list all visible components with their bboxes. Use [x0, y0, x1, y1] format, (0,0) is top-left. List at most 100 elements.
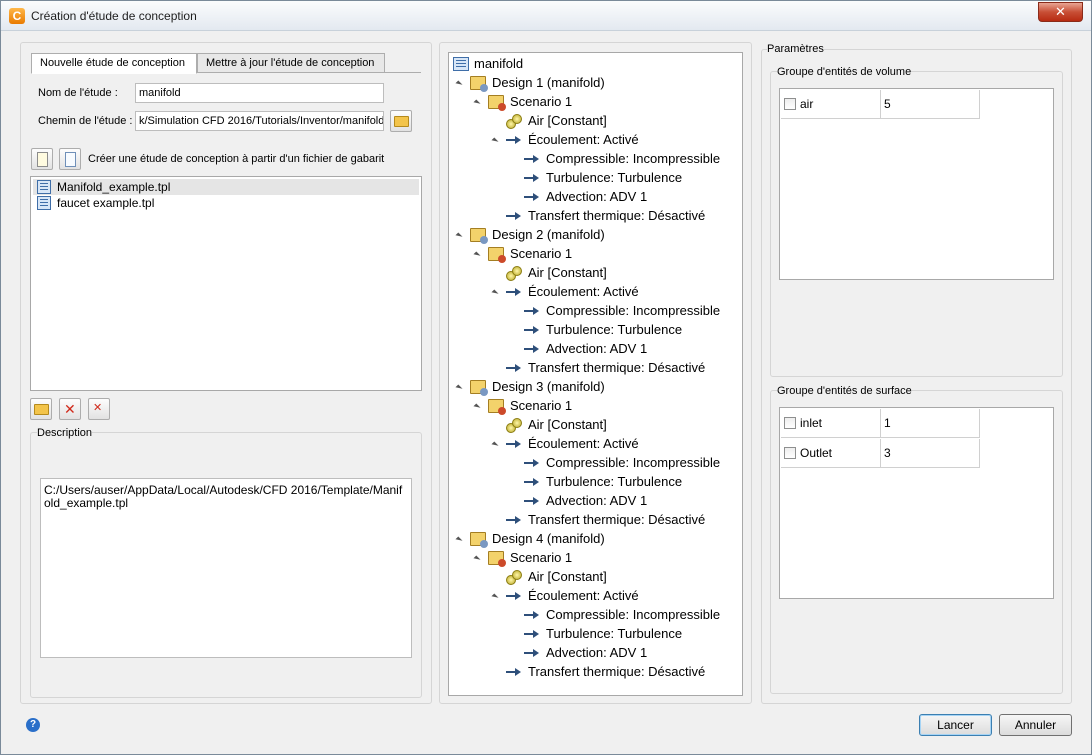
tree-scenario-label: Scenario 1	[510, 246, 573, 261]
arrow-right-icon	[524, 627, 540, 641]
launch-button[interactable]: Lancer	[919, 714, 992, 736]
template-file-icon	[37, 180, 51, 194]
template-name: faucet example.tpl	[57, 196, 155, 210]
arrow-right-icon	[506, 513, 522, 527]
tree-scenario-label: Scenario 1	[510, 550, 573, 565]
template-list[interactable]: Manifold_example.tpl faucet example.tpl	[30, 176, 422, 391]
template-file-icon	[37, 196, 51, 210]
list-item[interactable]: faucet example.tpl	[33, 195, 419, 211]
tree-flow-label: Écoulement: Activé	[528, 436, 639, 451]
tree-flow-setting-label: Compressible: Incompressible	[546, 151, 721, 166]
table-row[interactable]: inlet 1	[781, 409, 980, 438]
tree-flow-label: Écoulement: Activé	[528, 284, 639, 299]
entity-value-cell[interactable]: 5	[881, 90, 980, 119]
entity-checkbox[interactable]	[784, 447, 796, 459]
description-label: Description	[37, 427, 93, 439]
title-bar[interactable]: C Création d'étude de conception ✕	[1, 1, 1091, 31]
close-button[interactable]: ✕	[1038, 2, 1083, 22]
expand-toggle-icon[interactable]	[455, 80, 463, 88]
expand-toggle-icon[interactable]	[473, 555, 481, 563]
new-template-button[interactable]	[31, 148, 53, 170]
study-name-label: Nom de l'étude :	[38, 87, 118, 99]
design-folder-icon	[470, 532, 488, 548]
entity-checkbox[interactable]	[784, 417, 796, 429]
arrow-right-icon	[524, 456, 540, 470]
entity-name: inlet	[800, 416, 823, 430]
tree-flow-setting-label: Turbulence: Turbulence	[546, 170, 683, 185]
entity-checkbox[interactable]	[784, 98, 796, 110]
scenario-folder-icon	[488, 247, 506, 263]
arrow-right-icon	[524, 323, 540, 337]
tree-flow-setting-label: Compressible: Incompressible	[546, 303, 721, 318]
document-icon	[65, 152, 76, 167]
arrow-right-icon	[506, 285, 522, 299]
expand-toggle-icon[interactable]	[491, 289, 499, 297]
tree-thermal-label: Transfert thermique: Désactivé	[528, 512, 706, 527]
expand-toggle-icon[interactable]	[491, 593, 499, 601]
expand-toggle-icon[interactable]	[491, 441, 499, 449]
delete-all-icon: ✕	[93, 402, 103, 414]
open-template-button[interactable]	[30, 398, 52, 420]
cancel-button[interactable]: Annuler	[999, 714, 1072, 736]
tree-material-label: Air [Constant]	[528, 265, 607, 280]
expand-toggle-icon[interactable]	[473, 99, 481, 107]
tab-new-study[interactable]: Nouvelle étude de conception	[31, 53, 197, 74]
table-row[interactable]: Outlet 3	[781, 439, 980, 468]
volume-group-title: Groupe d'entités de volume	[777, 66, 912, 78]
tree-design-label: Design 1 (manifold)	[492, 75, 605, 90]
material-icon	[506, 570, 522, 585]
material-icon	[506, 114, 522, 129]
study-path-label: Chemin de l'étude :	[38, 115, 133, 127]
tree-thermal-label: Transfert thermique: Désactivé	[528, 208, 706, 223]
help-icon[interactable]: ?	[26, 718, 40, 732]
entity-value: 1	[884, 416, 891, 430]
remove-template-button[interactable]: ✕	[59, 398, 81, 420]
expand-toggle-icon[interactable]	[455, 384, 463, 392]
template-document-button[interactable]	[59, 148, 81, 170]
arrow-right-icon	[524, 304, 540, 318]
expand-toggle-icon[interactable]	[473, 251, 481, 259]
list-item[interactable]: Manifold_example.tpl	[33, 179, 419, 195]
design-folder-icon	[470, 76, 488, 92]
tree-design-label: Design 2 (manifold)	[492, 227, 605, 242]
study-name-input[interactable]: manifold	[135, 83, 384, 103]
arrow-right-icon	[524, 152, 540, 166]
expand-toggle-icon[interactable]	[455, 536, 463, 544]
tree-material-label: Air [Constant]	[528, 569, 607, 584]
browse-path-button[interactable]	[390, 110, 412, 132]
table-row[interactable]: air 5	[781, 90, 980, 119]
arrow-right-icon	[506, 437, 522, 451]
entity-value-cell[interactable]: 3	[881, 439, 980, 468]
description-text: C:/Users/auser/AppData/Local/Autodesk/CF…	[40, 478, 412, 658]
scenario-folder-icon	[488, 399, 506, 415]
tab-update-study[interactable]: Mettre à jour l'étude de conception	[197, 53, 385, 73]
arrow-right-icon	[506, 209, 522, 223]
arrow-right-icon	[524, 171, 540, 185]
material-icon	[506, 266, 522, 281]
expand-toggle-icon[interactable]	[473, 403, 481, 411]
surface-group-title: Groupe d'entités de surface	[777, 385, 912, 397]
arrow-right-icon	[524, 190, 540, 204]
arrow-right-icon	[524, 608, 540, 622]
folder-open-icon	[394, 116, 409, 127]
study-path-input[interactable]: k/Simulation CFD 2016/Tutorials/Inventor…	[135, 111, 384, 131]
tree-thermal-label: Transfert thermique: Désactivé	[528, 360, 706, 375]
expand-toggle-icon[interactable]	[455, 232, 463, 240]
window-title: Création d'étude de conception	[31, 9, 197, 23]
design-folder-icon	[470, 380, 488, 396]
entity-value-cell[interactable]: 1	[881, 409, 980, 438]
material-icon	[506, 418, 522, 433]
app-logo-icon: C	[9, 8, 25, 24]
surface-grid[interactable]: inlet 1 Outlet 3	[779, 407, 1054, 599]
design-tree[interactable]: manifold Design 1 (manifold) Scenario 1 Ai…	[448, 52, 743, 696]
new-document-icon	[37, 152, 48, 167]
arrow-right-icon	[506, 133, 522, 147]
expand-toggle-icon[interactable]	[491, 137, 499, 145]
tree-flow-label: Écoulement: Activé	[528, 132, 639, 147]
tree-scenario-label: Scenario 1	[510, 398, 573, 413]
folder-open-icon	[34, 404, 49, 415]
volume-grid[interactable]: air 5	[779, 88, 1054, 280]
params-title: Paramètres	[767, 43, 824, 55]
manifold-icon	[453, 57, 469, 71]
remove-all-templates-button[interactable]: ✕	[88, 398, 110, 420]
